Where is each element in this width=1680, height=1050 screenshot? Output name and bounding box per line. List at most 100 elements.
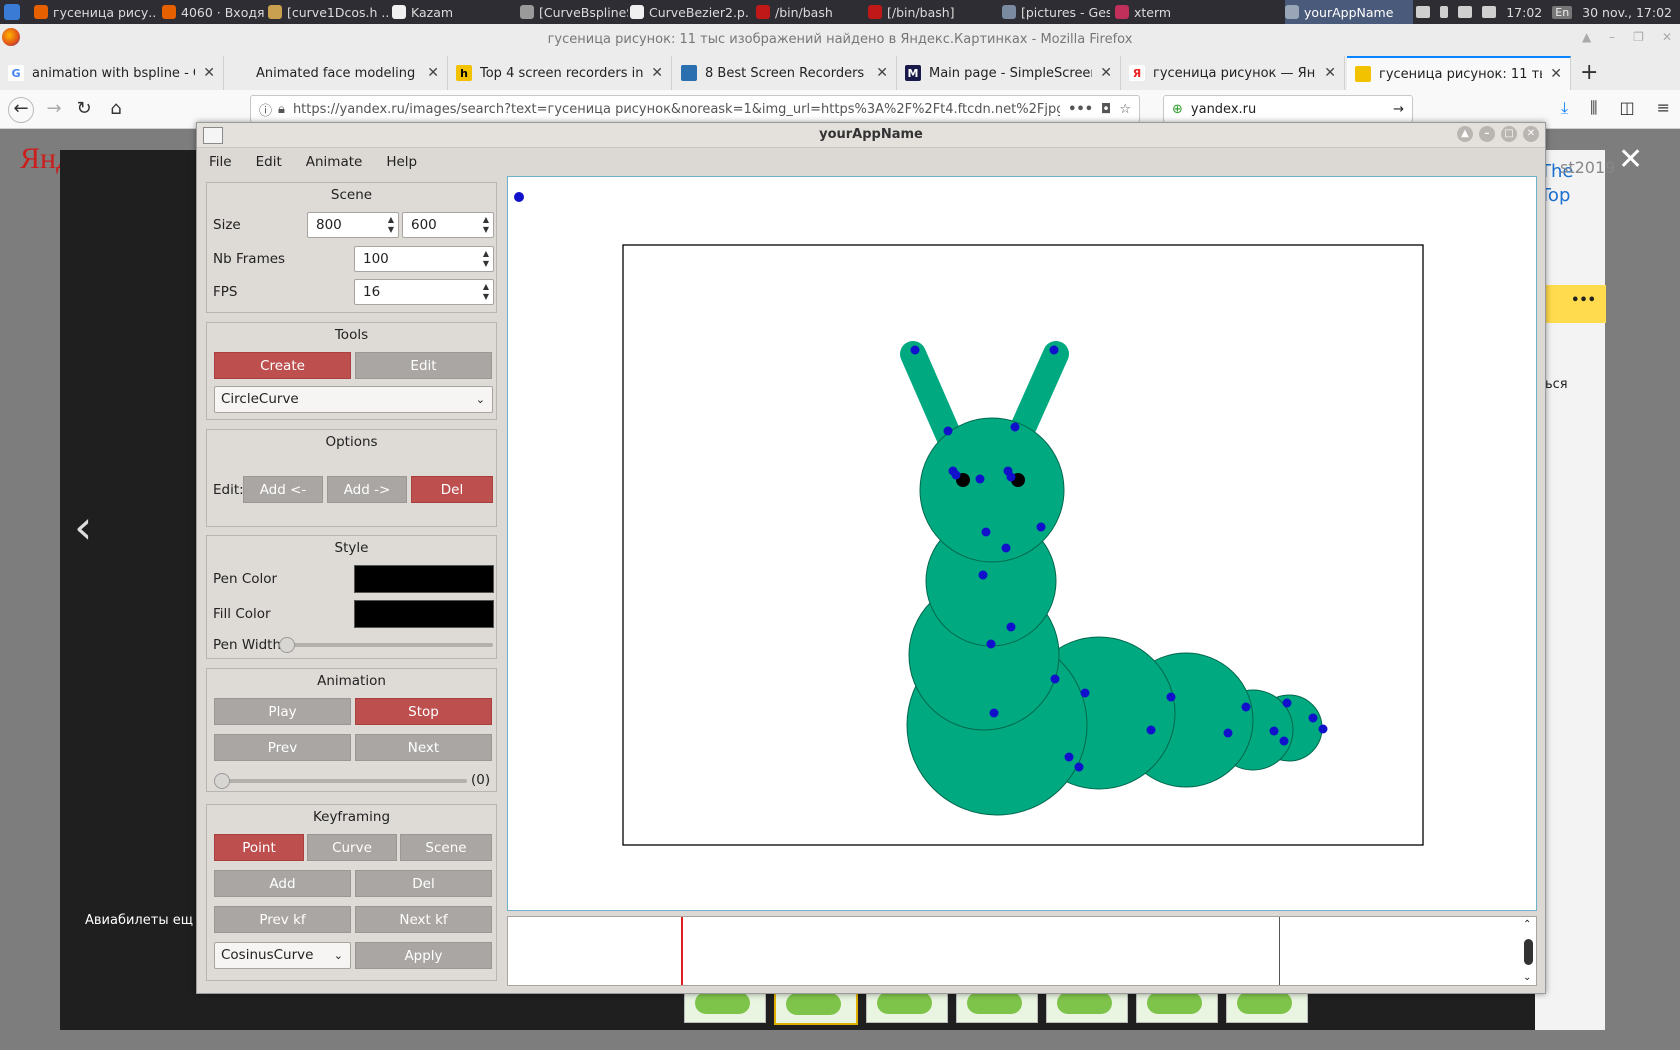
maximize-icon[interactable]: □: [1501, 126, 1517, 142]
launcher-icon[interactable]: [4, 4, 20, 20]
spin-arrows-icon[interactable]: ▲ ▼: [388, 215, 394, 235]
nb-frames-value[interactable]: 100: [363, 251, 389, 267]
menu-edit[interactable]: Edit: [244, 154, 294, 170]
taskbar-window-item[interactable]: yourAppName: [1285, 0, 1413, 24]
taskbar-item-label[interactable]: CurveBezier2.p...: [649, 5, 750, 20]
taskbar-window-item[interactable]: /bin/bash: [756, 0, 862, 24]
fill-color-swatch[interactable]: [354, 600, 494, 628]
curve-mode-button[interactable]: Curve: [307, 834, 397, 861]
tab-label[interactable]: animation with bspline - Goog: [32, 66, 195, 81]
control-point[interactable]: [1050, 674, 1060, 684]
control-point[interactable]: [1241, 702, 1251, 712]
nb-frames-spinbox[interactable]: 100 ▲ ▼: [354, 246, 494, 272]
taskbar-item-label[interactable]: [/bin/bash]: [887, 5, 955, 20]
interpolation-value[interactable]: CosinusCurve: [221, 947, 313, 963]
taskbar-item-label[interactable]: [pictures - Gest...: [1021, 5, 1110, 20]
clock-time[interactable]: 17:02: [1506, 5, 1542, 20]
fps-value[interactable]: 16: [363, 284, 380, 300]
frame-slider[interactable]: [217, 779, 467, 783]
spin-arrows-icon[interactable]: ▲ ▼: [483, 282, 489, 302]
chevron-down-icon[interactable]: ⌄: [476, 387, 485, 412]
curve-type-select[interactable]: CircleCurve ⌄: [214, 386, 493, 413]
minimize-icon[interactable]: –: [1609, 30, 1615, 44]
network-icon[interactable]: [1416, 6, 1431, 18]
close-viewer-icon[interactable]: ✕: [1618, 142, 1643, 177]
control-point[interactable]: [1318, 724, 1328, 734]
taskbar-window-item[interactable]: CurveBezier2.p...: [630, 0, 750, 24]
camera-icon[interactable]: [1458, 6, 1473, 18]
next-keyframe-button[interactable]: Next kf: [355, 906, 492, 933]
prev-keyframe-button[interactable]: Prev kf: [214, 906, 351, 933]
clock-date[interactable]: 30 nov., 17:02: [1582, 5, 1672, 20]
canvas-svg[interactable]: [508, 177, 1536, 910]
page-actions-button[interactable]: •••: [1068, 102, 1093, 117]
taskbar-item-label[interactable]: xterm: [1134, 5, 1171, 20]
keyframe-timeline[interactable]: ⌃ ⌄: [507, 916, 1537, 986]
close-icon[interactable]: ✕: [1662, 30, 1672, 44]
tab-label[interactable]: Main page - SimpleScreenRec: [929, 66, 1092, 81]
reload-button[interactable]: ↻: [72, 97, 96, 121]
taskbar-window-item[interactable]: xterm: [1115, 0, 1195, 24]
taskbar-item-label[interactable]: yourAppName: [1304, 5, 1393, 20]
url-bar[interactable]: ⓘ 🔒︎ https://yandex.ru/images/search?tex…: [250, 95, 1140, 123]
tab-close-icon[interactable]: ✕: [651, 65, 663, 81]
tab-close-icon[interactable]: ✕: [876, 65, 888, 81]
bookmark-star-icon[interactable]: ☆: [1119, 102, 1131, 117]
control-point[interactable]: [1308, 713, 1318, 723]
back-button[interactable]: ←: [8, 97, 34, 123]
tab-label[interactable]: гусеница рисунок: 11 тыс из: [1379, 67, 1542, 82]
control-point[interactable]: [975, 474, 985, 484]
control-point[interactable]: [1074, 762, 1084, 772]
snippet-text[interactable]: ься: [1545, 377, 1568, 392]
search-engine-icon[interactable]: ⊕: [1172, 102, 1183, 117]
chevron-down-icon[interactable]: ⌄: [334, 943, 343, 968]
delete-point-button[interactable]: Del: [411, 476, 493, 503]
close-icon[interactable]: ✕: [1523, 126, 1539, 142]
url-text[interactable]: https://yandex.ru/images/search?text=гус…: [293, 102, 1060, 117]
tab-close-icon[interactable]: ✕: [1324, 65, 1336, 81]
browser-tab[interactable]: Ягусеница рисунок — Яндекс ✕: [1121, 56, 1345, 90]
tab-label[interactable]: Top 4 screen recorders in Lin: [480, 66, 643, 81]
sidebar-icon[interactable]: ◫: [1619, 98, 1634, 118]
tab-label[interactable]: гусеница рисунок — Яндекс: [1153, 66, 1316, 81]
open-button-bar[interactable]: •••: [1538, 285, 1606, 323]
window-up-icon[interactable]: ▲: [1457, 126, 1473, 142]
more-icon[interactable]: •••: [1571, 293, 1596, 308]
frame-slider-handle[interactable]: [214, 773, 230, 789]
scene-height-spinbox[interactable]: 600 ▲ ▼: [402, 212, 494, 238]
info-icon[interactable]: ⓘ: [259, 100, 272, 119]
taskbar-item-label[interactable]: [curve1Dcos.h ...: [287, 5, 388, 20]
volume-icon[interactable]: [1482, 6, 1497, 18]
taskbar-item-label[interactable]: Kazam: [411, 5, 453, 20]
control-point[interactable]: [989, 708, 999, 718]
control-point[interactable]: [1006, 622, 1016, 632]
control-point[interactable]: [1279, 736, 1289, 746]
keyboard-layout[interactable]: En: [1552, 5, 1573, 19]
browser-tab[interactable]: 8 Best Screen Recorders for D ✕: [673, 56, 897, 90]
tab-close-icon[interactable]: ✕: [1100, 65, 1112, 81]
previous-image-icon[interactable]: ‹: [74, 500, 92, 554]
control-point[interactable]: [986, 639, 996, 649]
scroll-thumb[interactable]: [1524, 939, 1533, 965]
minimize-icon[interactable]: –: [1479, 126, 1495, 142]
browser-tab[interactable]: M Main page - SimpleScreenRec ✕: [897, 56, 1121, 90]
maximize-icon[interactable]: ❐: [1633, 30, 1644, 44]
taskbar-item-label[interactable]: /bin/bash: [775, 5, 833, 20]
control-point[interactable]: [1049, 345, 1059, 355]
control-point[interactable]: [1223, 728, 1233, 738]
add-keyframe-button[interactable]: Add: [214, 870, 351, 897]
menu-help[interactable]: Help: [374, 154, 429, 170]
origin-control-point[interactable]: [514, 192, 524, 202]
control-point[interactable]: [1166, 692, 1176, 702]
control-point[interactable]: [1006, 472, 1016, 482]
pocket-icon[interactable]: ◘: [1101, 102, 1111, 117]
tab-label[interactable]: 8 Best Screen Recorders for D: [705, 66, 868, 81]
home-button[interactable]: ⌂: [104, 97, 128, 121]
hamburger-menu-icon[interactable]: ≡: [1657, 98, 1670, 118]
control-point[interactable]: [1036, 522, 1046, 532]
control-point[interactable]: [1282, 698, 1292, 708]
window-up-icon[interactable]: ▲: [1582, 30, 1591, 44]
taskbar-item-label[interactable]: 4060 · Входящ...: [181, 5, 264, 20]
spin-arrows-icon[interactable]: ▲ ▼: [483, 249, 489, 269]
scene-height-value[interactable]: 600: [411, 217, 437, 233]
